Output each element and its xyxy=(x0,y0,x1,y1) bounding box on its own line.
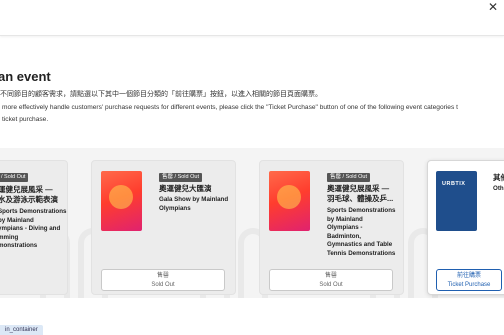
sold-out-tag: 售罄 / Sold Out xyxy=(159,173,202,182)
sold-out-button[interactable]: 售罄 Sold Out xyxy=(101,269,225,291)
button-label-zh: 售罄 xyxy=(156,273,169,279)
ticket-purchase-button[interactable]: 前往購票 Ticket Purchase xyxy=(436,269,502,291)
page-heading: an event xyxy=(0,69,51,84)
urbtix-poster: URBTIX xyxy=(436,171,477,231)
event-title-zh: 奧運健兒展風采 — xyxy=(327,184,390,193)
event-card-diving: / Sold Out 運健兒展風采 — 水及游泳示範表演 Sports Demo… xyxy=(0,160,68,295)
intro-line-1: more effectively handle customers' purch… xyxy=(2,104,458,111)
button-label-en: Sold Out xyxy=(151,281,175,288)
intro-text-zh: 不同節目的顧客需求，請點選以下其中一個節目分類的「前往購票」按鈕，以進入相關的節… xyxy=(0,91,322,98)
top-bar: ✕ xyxy=(0,0,504,36)
event-title-zh-line2: 水及游泳示範表演 xyxy=(0,195,58,204)
sold-out-tag: 售罄 / Sold Out xyxy=(327,173,370,182)
event-title-zh-line2: 羽毛球、體操及乒... xyxy=(327,194,394,203)
intro-line-2: ticket purchase. xyxy=(2,116,49,123)
event-title-en: Oth xyxy=(493,185,504,192)
button-label-zh: 售罄 xyxy=(324,273,337,279)
event-card-other: URBTIX 其他 Oth 前往購票 Ticket Purchase xyxy=(427,160,504,295)
button-label-en: Ticket Purchase xyxy=(447,281,491,288)
button-label-zh: 前往購票 xyxy=(456,273,481,279)
event-title-zh: 奧運健兒大匯演 xyxy=(159,184,212,193)
event-title-en: Sports Demonstrations by Mainland Olympi… xyxy=(327,207,396,257)
event-poster xyxy=(269,171,310,231)
event-card-badminton: 售罄 / Sold Out 奧運健兒展風采 — 羽毛球、體操及乒... Spor… xyxy=(259,160,404,295)
button-label-en: Sold Out xyxy=(319,281,343,288)
debug-status-label: in_container xyxy=(0,325,43,335)
sold-out-button[interactable]: 售罄 Sold Out xyxy=(269,269,393,291)
close-icon[interactable]: ✕ xyxy=(488,0,498,14)
event-title-en: Gala Show by Mainland Olympians xyxy=(159,196,229,212)
event-title-en: Sports Demonstrations by Mainland ympian… xyxy=(0,208,67,250)
event-poster xyxy=(101,171,142,231)
event-title-zh: 其他 xyxy=(493,173,504,182)
event-title-zh: 運健兒展風采 — xyxy=(0,185,53,194)
sold-out-tag: / Sold Out xyxy=(0,173,29,182)
urbtix-logo: URBTIX xyxy=(442,181,466,187)
intro-text-en: more effectively handle customers' purch… xyxy=(2,102,504,126)
event-card-gala-show: 售罄 / Sold Out 奧運健兒大匯演 Gala Show by Mainl… xyxy=(91,160,236,295)
